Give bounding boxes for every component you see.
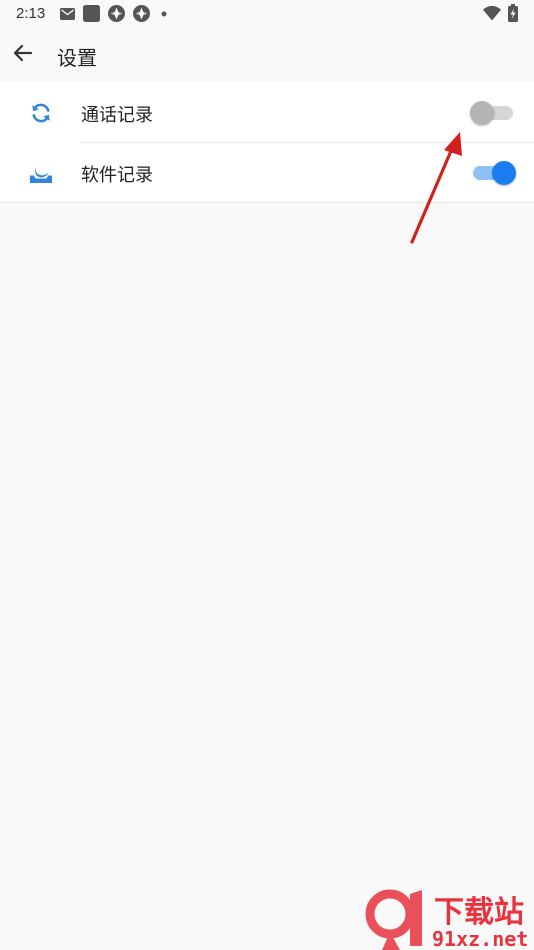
aperture-icon bbox=[108, 5, 125, 22]
call-log-toggle[interactable] bbox=[470, 101, 516, 125]
page-title: 设置 bbox=[57, 46, 97, 70]
watermark-url: 91xz.net bbox=[432, 927, 528, 950]
more-notifications-dot-icon bbox=[161, 11, 167, 17]
aperture-icon bbox=[133, 5, 150, 22]
sync-icon bbox=[32, 103, 50, 123]
wifi-icon bbox=[483, 6, 501, 21]
app-bar: 设置 bbox=[0, 28, 534, 82]
setting-label: 软件记录 bbox=[81, 165, 153, 186]
mail-icon bbox=[60, 8, 75, 20]
app-log-toggle[interactable] bbox=[470, 161, 516, 185]
watermark-title: 下载站 bbox=[434, 895, 524, 930]
setting-label: 通话记录 bbox=[81, 105, 153, 126]
arrow-left-icon bbox=[13, 44, 33, 62]
toggle-thumb bbox=[470, 101, 494, 125]
battery-charging-icon bbox=[508, 4, 518, 22]
annotation-arrow-icon bbox=[410, 132, 462, 244]
tray-icon bbox=[30, 164, 52, 183]
app-square-icon bbox=[83, 5, 100, 22]
toggle-thumb bbox=[492, 161, 516, 185]
back-button[interactable] bbox=[8, 38, 38, 68]
watermark-logo: 下载站 91xz.net bbox=[365, 889, 528, 950]
status-bar: 2:13 bbox=[0, 0, 534, 28]
status-time: 2:13 bbox=[16, 5, 46, 22]
